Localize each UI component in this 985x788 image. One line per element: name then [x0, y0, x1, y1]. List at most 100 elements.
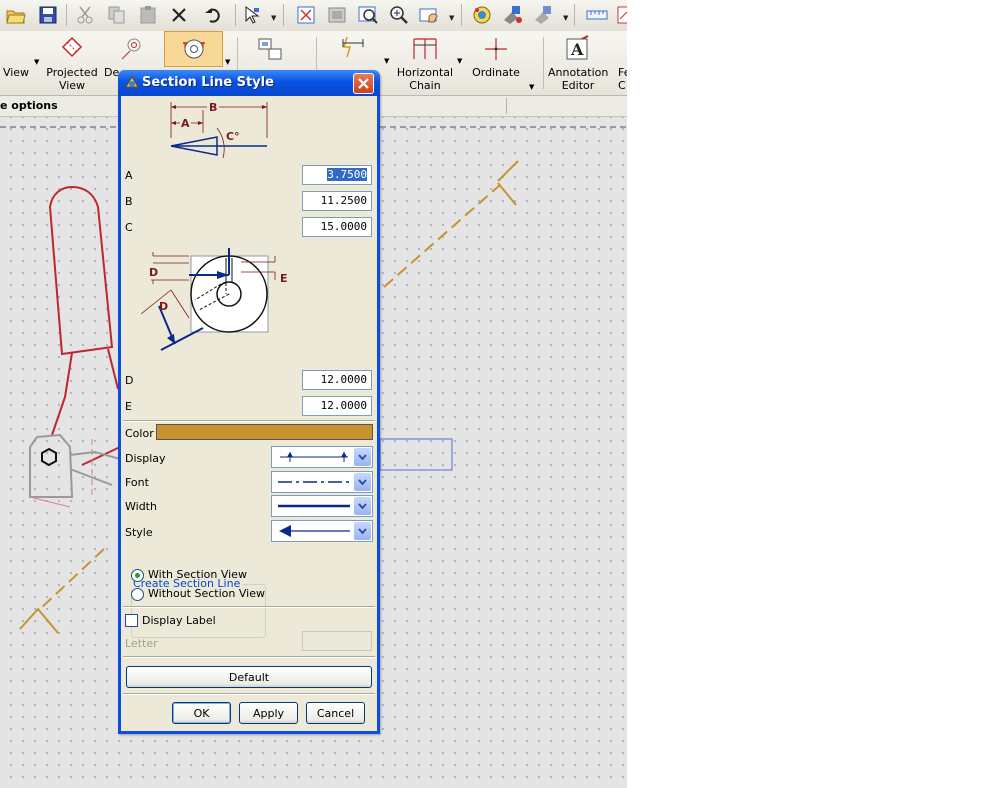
feature-control-button[interactable]: Fe C	[612, 31, 627, 93]
chevron-down-icon[interactable]	[354, 473, 371, 491]
section-dimensions-diagram: D D E	[141, 248, 288, 351]
c-input[interactable]: 15.0000	[302, 217, 372, 237]
display-label-checkbox[interactable]	[125, 614, 138, 627]
without-section-view-radio[interactable]	[131, 588, 144, 601]
render-icon[interactable]	[501, 4, 525, 26]
display-label: Display	[125, 452, 166, 465]
section-view-placeholder	[379, 438, 453, 471]
detail-view-icon	[118, 35, 146, 63]
with-section-view-radio[interactable]	[131, 569, 144, 582]
projected-view-label: Projected View	[46, 66, 98, 92]
section-dropdown-icon[interactable]: ▼	[225, 58, 230, 66]
b-input[interactable]: 11.2500	[302, 191, 372, 211]
dimension-dropdown-icon[interactable]: ▼	[384, 57, 389, 65]
c-label: C	[125, 221, 133, 234]
width-select[interactable]	[271, 495, 373, 517]
close-icon	[358, 78, 369, 89]
color-picker[interactable]	[156, 424, 373, 440]
cad-application: ▼ ▼ ▼ View ▼ Projected View De ▼ ▼ Horiz…	[0, 0, 627, 788]
projected-view-button[interactable]: Projected View	[44, 31, 100, 93]
options-bar-label: e options	[0, 99, 58, 112]
diagram-label-e: E	[280, 272, 288, 285]
refresh-icon[interactable]	[470, 4, 494, 26]
a-input[interactable]: 3.7500	[302, 165, 372, 185]
chevron-down-icon[interactable]	[354, 448, 371, 466]
open-icon[interactable]	[4, 4, 28, 26]
line-width-icon	[278, 504, 350, 508]
ok-button[interactable]: OK	[172, 702, 231, 724]
font-select[interactable]	[271, 471, 373, 493]
chain-dropdown-icon[interactable]: ▼	[457, 57, 462, 65]
projected-view-icon	[58, 35, 86, 63]
style-select[interactable]	[271, 520, 373, 542]
ordinate-dropdown-icon[interactable]: ▼	[529, 83, 534, 91]
with-section-view-label[interactable]: With Section View	[148, 568, 247, 581]
style-label: Style	[125, 526, 153, 539]
d-label: D	[125, 374, 134, 387]
ordinate-label: Ordinate	[472, 66, 520, 79]
dialog-titlebar[interactable]: Section Line Style	[118, 70, 380, 96]
base-view-icon	[256, 35, 284, 63]
diagram-label-d-top: D	[149, 266, 158, 279]
delete-icon[interactable]	[167, 4, 191, 26]
default-button[interactable]: Default	[126, 666, 372, 688]
e-input[interactable]: 12.0000	[302, 396, 372, 416]
paste-icon[interactable]	[136, 4, 160, 26]
view-part	[29, 433, 121, 508]
cut-icon[interactable]	[73, 4, 97, 26]
display-select[interactable]	[271, 446, 373, 468]
ordinate-button[interactable]: Ordinate	[470, 31, 522, 93]
ordinate-icon	[482, 35, 510, 63]
close-button[interactable]	[353, 73, 374, 94]
undo-icon[interactable]	[202, 4, 226, 26]
render-options-icon[interactable]	[532, 4, 556, 26]
a-label: A	[125, 169, 133, 182]
view-dropdown-icon[interactable]: ▼	[34, 58, 39, 66]
nut-hex	[41, 447, 57, 467]
sketch-part	[48, 185, 121, 466]
zoom-fit-icon[interactable]	[325, 4, 349, 26]
view-label: View	[2, 66, 30, 79]
annotation-editor-icon: A	[564, 35, 592, 63]
options-bar-divider	[506, 98, 507, 114]
display-label-text[interactable]: Display Label	[142, 614, 216, 627]
display-preview-icon	[280, 452, 348, 462]
chevron-down-icon[interactable]	[354, 522, 371, 540]
select-icon[interactable]	[240, 4, 264, 26]
pan-icon[interactable]	[418, 4, 442, 26]
select-dropdown-icon[interactable]: ▼	[271, 14, 276, 22]
arrow-style-icon	[279, 525, 350, 537]
chevron-down-icon[interactable]	[354, 497, 371, 515]
dialog-body: B A C° A 3.7500 B 11.2500 C 15.0000 D D …	[121, 96, 377, 731]
color-label: Color	[125, 427, 154, 440]
drawing-icon[interactable]	[612, 4, 627, 26]
annotation-editor-button[interactable]: A Annotation Editor	[548, 31, 608, 93]
save-icon[interactable]	[36, 4, 60, 26]
section-view-icon	[180, 35, 208, 63]
section-view-button[interactable]	[164, 31, 223, 67]
cancel-button[interactable]: Cancel	[306, 702, 365, 724]
font-label: Font	[125, 476, 149, 489]
zoom-icon[interactable]	[387, 4, 411, 26]
diagram-label-b: B	[209, 101, 217, 114]
dash-dot-line-icon	[278, 481, 350, 483]
diagram-label-d-side: D	[159, 300, 168, 313]
view-button[interactable]: View	[0, 31, 32, 93]
smart-dimension-icon	[339, 35, 367, 63]
pan-dropdown-icon[interactable]: ▼	[449, 14, 454, 22]
render-dropdown-icon[interactable]: ▼	[563, 14, 568, 22]
copy-icon[interactable]	[105, 4, 129, 26]
without-section-view-label[interactable]: Without Section View	[148, 587, 265, 600]
zoom-area-icon[interactable]	[294, 4, 318, 26]
letter-label: Letter	[125, 637, 158, 650]
annotation-editor-label: Annotation Editor	[548, 66, 609, 92]
horizontal-chain-button[interactable]: Horizontal Chain	[396, 31, 454, 93]
d-input[interactable]: 12.0000	[302, 370, 372, 390]
measure-icon[interactable]	[585, 4, 609, 26]
apply-button[interactable]: Apply	[239, 702, 298, 724]
letter-input[interactable]	[302, 631, 372, 651]
svg-text:A: A	[570, 40, 584, 59]
diagram-label-c: C°	[226, 130, 240, 143]
zoom-window-icon[interactable]	[356, 4, 380, 26]
b-label: B	[125, 195, 133, 208]
